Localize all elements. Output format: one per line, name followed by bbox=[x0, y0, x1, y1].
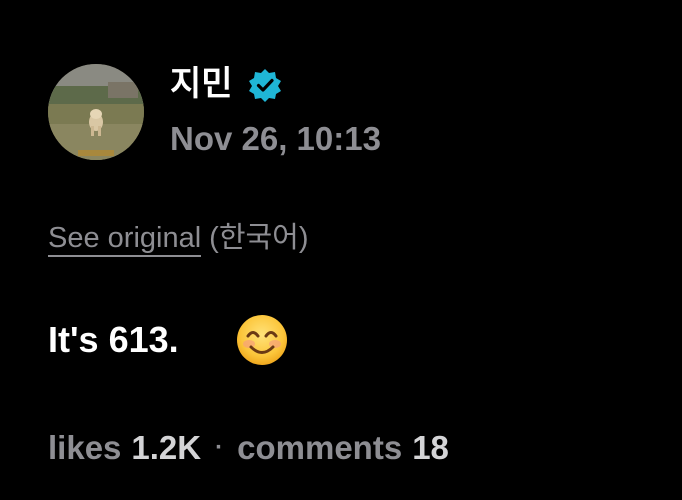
author-name[interactable]: 지민 bbox=[170, 62, 233, 106]
post-text: It's 613. bbox=[48, 319, 179, 360]
see-original-link[interactable]: See original bbox=[48, 222, 202, 257]
author-avatar[interactable] bbox=[48, 64, 144, 160]
verified-badge-icon bbox=[249, 69, 281, 102]
likes-label[interactable]: likes bbox=[48, 429, 121, 466]
post-timestamp: Nov 26, 10:13 bbox=[170, 120, 381, 157]
dog-photo-icon bbox=[48, 64, 144, 160]
stats-separator: · bbox=[215, 434, 224, 461]
original-language-label: (한국어) bbox=[209, 222, 309, 254]
comments-label[interactable]: comments bbox=[237, 429, 402, 466]
comments-count[interactable]: 18 bbox=[412, 429, 449, 466]
likes-count[interactable]: 1.2K bbox=[131, 429, 201, 466]
smiling-face-emoji-icon bbox=[237, 315, 287, 365]
translation-row: See original (한국어) bbox=[48, 218, 309, 258]
post-card: 지민 Nov 26, 10:13 See original (한국어) It's … bbox=[0, 0, 682, 500]
post-stats: likes 1.2K · comments 18 bbox=[48, 426, 449, 474]
